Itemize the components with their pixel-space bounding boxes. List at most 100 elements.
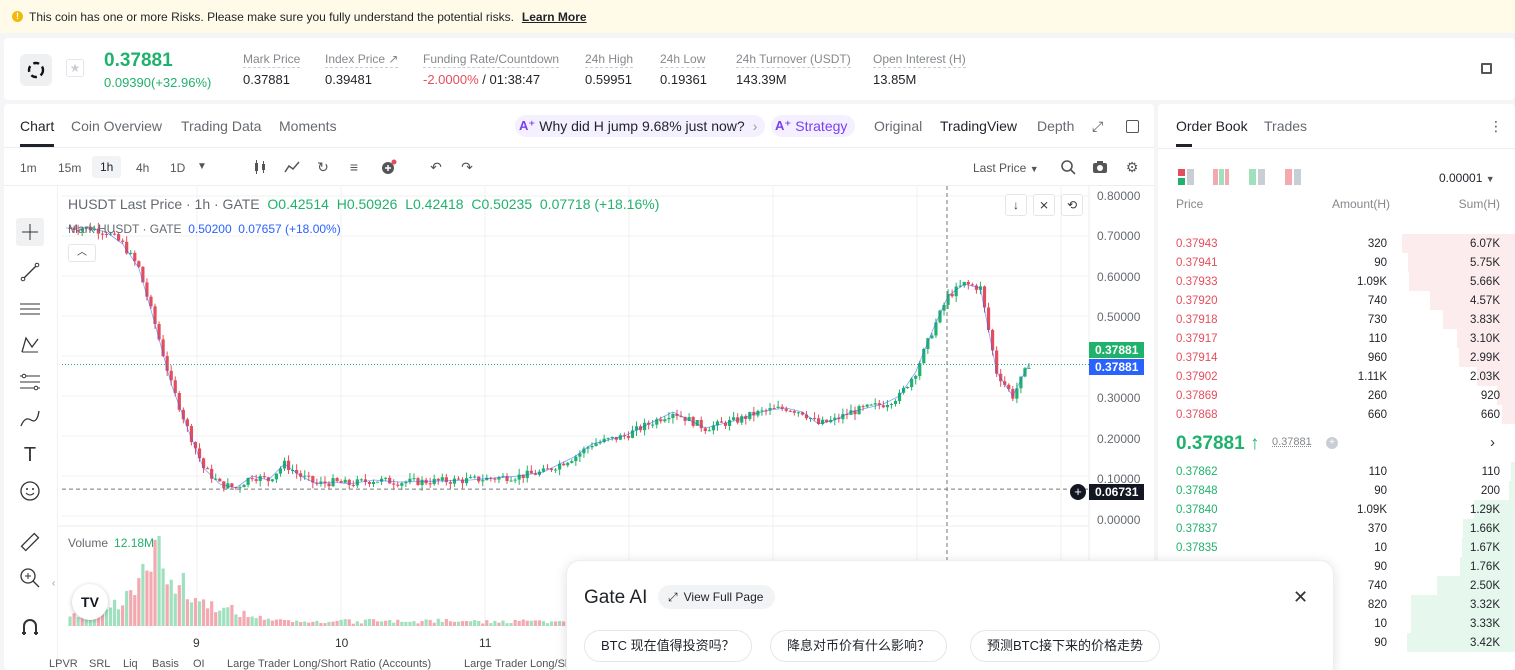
more-options-icon[interactable]: ⋮	[1489, 118, 1503, 135]
indicator-basis[interactable]: Basis	[152, 658, 179, 670]
order-price: 0.37933	[1176, 276, 1218, 288]
replay-icon[interactable]: ↻	[315, 159, 331, 175]
scroll-down-icon[interactable]: ↓	[1005, 194, 1027, 216]
reset-scale-icon[interactable]: ⟲	[1061, 194, 1083, 216]
volume-bar	[282, 620, 287, 626]
ai-question-3[interactable]: 预测BTC接下来的价格走势	[970, 630, 1161, 662]
order-price: 0.37848	[1176, 485, 1218, 497]
timeframe-1m[interactable]: 1m	[20, 161, 37, 175]
timeframe-4h[interactable]: 4h	[136, 161, 149, 175]
tradingview-logo[interactable]: TV	[72, 584, 108, 620]
bid-row[interactable]: 0.37840 1.09K 1.29K	[1158, 500, 1515, 519]
volume-bar	[193, 598, 198, 626]
tab-original[interactable]: Original	[874, 118, 922, 134]
candle	[145, 282, 149, 297]
header-amount: Amount(H)	[1332, 197, 1391, 211]
tab-tradingview[interactable]: TradingView	[940, 118, 1017, 134]
tab-trading-data[interactable]: Trading Data	[181, 118, 261, 134]
indicator-oi[interactable]: OI	[193, 658, 205, 670]
favorite-star-icon[interactable]: ★	[66, 59, 84, 77]
indicator-srl[interactable]: SRL	[89, 658, 110, 670]
template-icon[interactable]: ≡	[346, 159, 362, 175]
view-mixed-icon[interactable]	[1213, 169, 1229, 185]
stat-index-price[interactable]: Index Price ↗ 0.39481	[325, 52, 399, 87]
volume-bar	[185, 599, 189, 626]
camera-icon[interactable]	[1092, 159, 1108, 175]
book-icon[interactable]	[1481, 63, 1492, 74]
timeframe-15m[interactable]: 15m	[58, 161, 81, 175]
compress-icon[interactable]: ⨯	[1033, 194, 1055, 216]
bid-row[interactable]: 0.37848 90 200	[1158, 481, 1515, 500]
volume-bar	[335, 620, 339, 626]
indicator-liq[interactable]: Liq	[123, 658, 138, 670]
tab-coin-overview[interactable]: Coin Overview	[71, 118, 162, 134]
redo-icon[interactable]: ↷	[459, 159, 475, 175]
expand-icon[interactable]: ⤢	[1092, 118, 1106, 134]
ask-row[interactable]: 0.37941 90 5.75K	[1158, 253, 1515, 272]
order-amount: 740	[1367, 580, 1387, 592]
view-asks-icon[interactable]	[1285, 169, 1301, 185]
order-amount: 90	[1374, 561, 1387, 573]
ai-question-1[interactable]: BTC 现在值得投资吗？	[584, 630, 752, 662]
ask-row[interactable]: 0.37869 260 920	[1158, 386, 1515, 405]
ai-question-2[interactable]: 降息对币价有什么影响？	[770, 630, 948, 662]
chevron-down-icon[interactable]: ▼	[194, 159, 210, 175]
ask-row[interactable]: 0.37943 320 6.07K	[1158, 234, 1515, 253]
close-icon[interactable]: ✕	[1293, 587, 1308, 608]
candle	[177, 393, 181, 410]
timeframe-1d[interactable]: 1D	[170, 161, 185, 175]
info-icon[interactable]: +	[1326, 437, 1338, 449]
window-icon[interactable]	[1126, 120, 1139, 133]
scroll-left-icon[interactable]: ‹	[52, 578, 55, 589]
volume-bar	[254, 618, 258, 626]
ask-row[interactable]: 0.37914 960 2.99K	[1158, 348, 1515, 367]
settings-gear-icon[interactable]: ⚙	[1124, 159, 1140, 175]
order-sum: 6.07K	[1469, 238, 1500, 250]
indicator-large-trader-accounts[interactable]: Large Trader Long/Short Ratio (Accounts)	[227, 658, 431, 670]
ask-row[interactable]: 0.37868 660 660	[1158, 405, 1515, 424]
tab-trades[interactable]: Trades	[1264, 118, 1307, 134]
ai-strategy-pill[interactable]: A⁺ Strategy	[771, 115, 856, 137]
depth-bar	[1509, 481, 1515, 500]
undo-icon[interactable]: ↶	[428, 159, 444, 175]
alert-add-icon[interactable]	[380, 159, 397, 175]
candle-type-icon[interactable]	[252, 159, 268, 175]
timeframe-1h[interactable]: 1h	[92, 156, 122, 178]
volume-bar	[108, 607, 113, 626]
order-sum: 4.57K	[1469, 295, 1500, 307]
ask-row[interactable]: 0.37902 1.11K 2.03K	[1158, 367, 1515, 386]
indicator-lpvr[interactable]: LPVR	[49, 658, 78, 670]
risk-warning-banner: ! This coin has one or more Risks. Pleas…	[0, 0, 1515, 33]
view-both-icon[interactable]	[1178, 169, 1194, 185]
chevron-right-icon[interactable]: ›	[1490, 434, 1495, 451]
add-alert-icon[interactable]: +	[1070, 484, 1086, 500]
header-sum: Sum(H)	[1458, 197, 1500, 211]
view-bids-icon[interactable]	[1249, 169, 1265, 185]
learn-more-link[interactable]: Learn More	[522, 10, 587, 24]
indicators-icon[interactable]	[284, 159, 300, 175]
warning-icon: !	[12, 11, 23, 22]
ai-question-pill[interactable]: A⁺ Why did H jump 9.68% just now? ›	[515, 115, 766, 137]
bid-row[interactable]: 0.37835 10 1.67K	[1158, 538, 1515, 557]
tab-moments[interactable]: Moments	[279, 118, 337, 134]
tab-chart[interactable]: Chart	[20, 118, 55, 147]
tab-order-book[interactable]: Order Book	[1176, 118, 1248, 147]
ask-row[interactable]: 0.37918 730 3.83K	[1158, 310, 1515, 329]
order-sum: 2.99K	[1469, 352, 1500, 364]
stat-24h-turnover: 24h Turnover (USDT) 143.39M	[736, 52, 851, 87]
bid-row[interactable]: 0.37862 110 110	[1158, 462, 1515, 481]
candle	[286, 460, 291, 471]
ask-row[interactable]: 0.37920 740 4.57K	[1158, 291, 1515, 310]
ask-row[interactable]: 0.37933 1.09K 5.66K	[1158, 272, 1515, 291]
price-type-select[interactable]: Last Price ▼	[973, 161, 1039, 175]
ask-row[interactable]: 0.37917 110 3.10K	[1158, 329, 1515, 348]
search-icon[interactable]	[1060, 159, 1076, 175]
bid-row[interactable]: 0.37837 370 1.66K	[1158, 519, 1515, 538]
coin-logo	[20, 54, 52, 86]
candle	[274, 473, 279, 480]
collapse-legend-button[interactable]: ︿	[68, 244, 96, 262]
tab-depth[interactable]: Depth	[1037, 118, 1074, 134]
volume-bar	[270, 620, 274, 626]
view-full-page-button[interactable]: ⤢ View Full Page	[658, 585, 776, 609]
precision-select[interactable]: 0.00001 ▼	[1439, 171, 1495, 185]
